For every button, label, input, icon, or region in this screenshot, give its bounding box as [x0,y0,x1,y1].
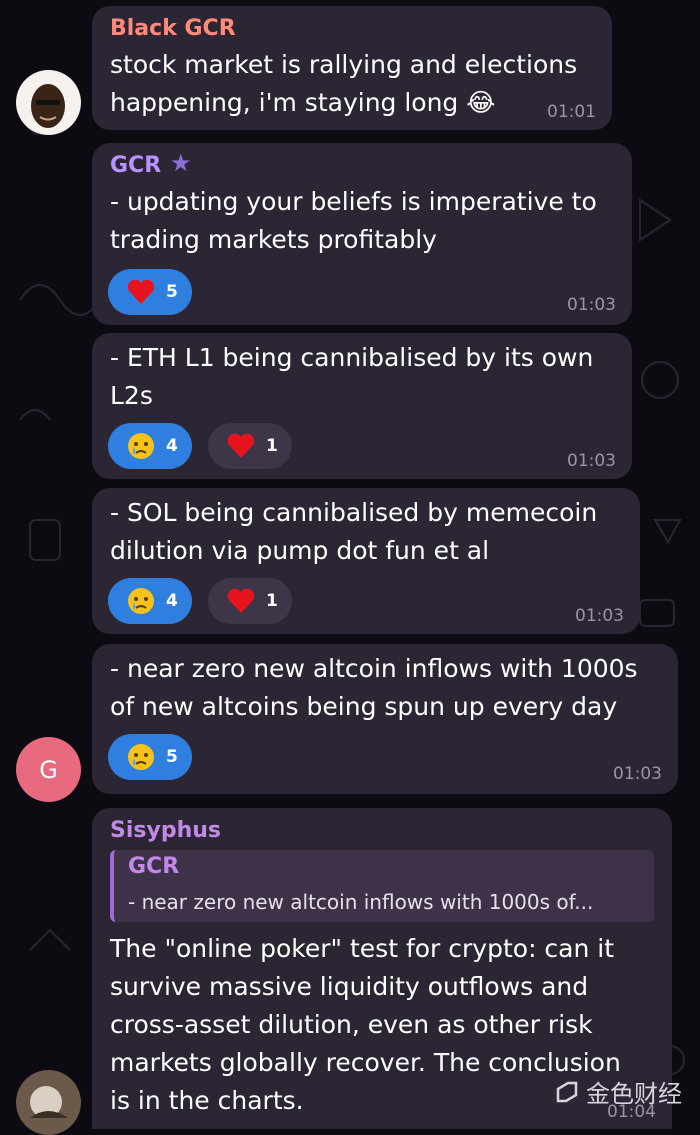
reaction-count: 4 [166,436,178,456]
reaction-count: 5 [166,747,178,767]
crying-face-icon [128,433,154,459]
reaction-crying[interactable]: 5 [108,734,192,780]
message-bubble[interactable]: Black GCR stock market is rallying and e… [92,6,612,130]
message-bubble[interactable]: - near zero new altcoin inflows with 100… [92,644,678,794]
message-time: 01:03 [567,451,616,471]
reaction-heart[interactable]: 5 [108,269,192,315]
message-bubble[interactable]: - SOL being cannibalised by memecoin dil… [92,488,640,634]
message-text-line: dilution via pump dot fun et al [110,536,490,565]
message-text-line: - ETH L1 being cannibalised by its own [110,343,594,372]
message-text-line: The "online poker" test for crypto: can … [110,934,615,963]
reaction-count: 5 [166,282,178,302]
watermark: 金色财经 [554,1074,682,1109]
heart-icon [127,279,155,304]
message-text-line: of new altcoins being spun up every day [110,692,618,721]
message-time: 01:03 [567,295,616,315]
crying-face-icon [128,744,154,770]
message-text-line: survive massive liquidity outflows and [110,972,589,1001]
sender-name[interactable]: Sisyphus [110,818,221,843]
message-bubble[interactable]: - ETH L1 being cannibalised by its own L… [92,333,632,479]
message-text-line: L2s [110,381,153,410]
star-icon: ★ [170,149,192,177]
crying-face-icon [128,588,154,614]
message-text-line: - SOL being cannibalised by memecoin [110,498,598,527]
message-bubble[interactable]: GCR ★ - updating your beliefs is imperat… [92,143,632,325]
heart-icon [227,588,255,613]
avatar-black-gcr[interactable] [16,70,81,135]
sender-name[interactable]: GCR [110,153,161,178]
reaction-count: 1 [266,591,278,611]
quote-sender: GCR [128,854,180,879]
message-text-line: markets globally recover. The conclusion [110,1048,621,1077]
reaction-heart[interactable]: 1 [208,423,292,469]
reaction-crying[interactable]: 4 [108,423,192,469]
avatar-letter: G [39,755,58,784]
quote-text: - near zero new altcoin inflows with 100… [128,890,594,914]
heart-icon [227,433,255,458]
reaction-count: 1 [266,436,278,456]
reaction-count: 4 [166,591,178,611]
message-text-line: - updating your beliefs is imperative to [110,187,597,216]
message-time: 01:01 [547,102,596,122]
avatar-gcr[interactable]: G [16,737,81,802]
message-text-line: cross-asset dilution, even as other risk [110,1010,593,1039]
message-text-line: - near zero new altcoin inflows with 100… [110,654,638,683]
watermark-text: 金色财经 [586,1080,682,1108]
message-text-line: stock market is rallying and elections [110,50,578,79]
watermark-logo-icon [556,1081,578,1102]
avatar-sisyphus[interactable] [16,1070,81,1135]
message-text-line: happening, i'm staying long 😂 [110,88,496,117]
reaction-crying[interactable]: 4 [108,578,192,624]
message-text-line: is in the charts. [110,1086,304,1115]
reply-quote[interactable]: GCR - near zero new altcoin inflows with… [110,850,654,922]
message-time: 01:03 [575,606,624,626]
sender-name[interactable]: Black GCR [110,16,236,41]
message-text-line: trading markets profitably [110,225,437,254]
reaction-heart[interactable]: 1 [208,578,292,624]
message-time: 01:03 [613,764,662,784]
